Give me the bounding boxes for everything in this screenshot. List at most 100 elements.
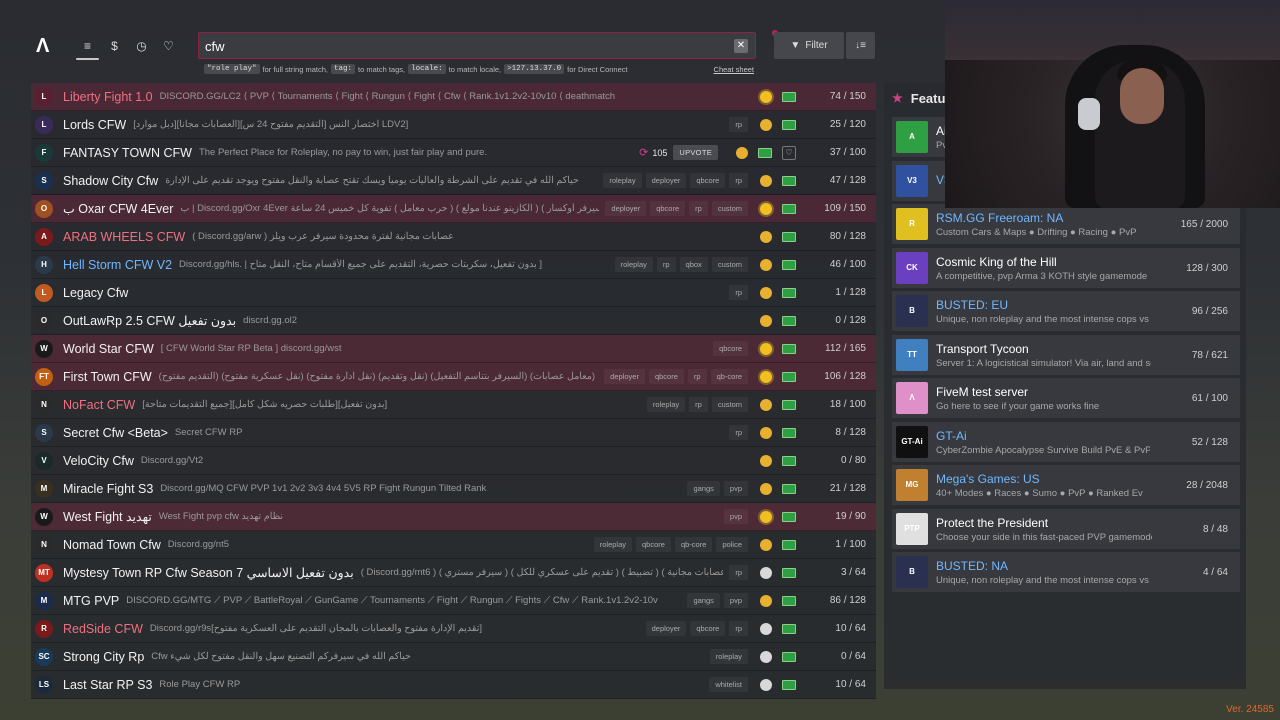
locale-flag-icon bbox=[782, 651, 796, 662]
featured-server[interactable]: CK Cosmic King of the Hill A competitive, … bbox=[892, 248, 1240, 288]
server-tag[interactable]: whitelist bbox=[709, 677, 748, 692]
upvote-button[interactable]: UPVOTE bbox=[673, 145, 718, 160]
server-tag[interactable]: rp bbox=[729, 173, 748, 188]
server-row[interactable]: FT First Town CFW (التقديم مفتوح) (نقل عسك… bbox=[31, 363, 876, 391]
server-row[interactable]: H Hell Storm CFW V2 Discord.gg/hls. | بدون… bbox=[31, 251, 876, 279]
server-tag[interactable]: roleplay bbox=[603, 173, 642, 188]
server-row[interactable]: L Legacy Cfw rp 1 / 128 bbox=[31, 279, 876, 307]
server-tag[interactable]: deployer bbox=[604, 369, 645, 384]
server-tag[interactable]: deployer bbox=[605, 201, 647, 216]
server-row[interactable]: N Nomad Town Cfw Discord.gg/nt5 roleplay qbc… bbox=[31, 531, 876, 559]
player-count: 19 / 90 bbox=[835, 511, 866, 522]
featured-server[interactable]: R RSM.GG Freeroam: NA Custom Cars & Maps ●… bbox=[892, 204, 1240, 244]
server-row[interactable]: A ARAB WHEELS CFW ( Discord.gg/arw ) عصابا… bbox=[31, 223, 876, 251]
server-list[interactable]: L Liberty Fight 1.0 DISCORD.GG/LC2 ⟨ PVP ⟨… bbox=[31, 83, 876, 700]
server-tag[interactable]: pvp bbox=[723, 593, 748, 608]
server-row[interactable]: SC Strong City Rp Cfw حياكم الله في سيرفرك… bbox=[31, 643, 876, 671]
server-row[interactable]: MT Mystesy Town RP Cfw Season 7 بدون تفعي… bbox=[31, 559, 876, 587]
server-row[interactable]: M Miracle Fight S3 Discord.gg/MQ CFW PVP 1… bbox=[31, 475, 876, 503]
featured-text: BUSTED: EU Unique, non roleplay and the m… bbox=[936, 298, 1150, 325]
server-tag[interactable]: rp bbox=[656, 257, 676, 272]
featured-player-count: 28 / 2048 bbox=[1186, 479, 1228, 491]
server-row[interactable]: O OutLawRp 2.5 CFW بدون تفعيل discrd.gg.ol… bbox=[31, 307, 876, 335]
featured-server[interactable]: B BUSTED: NA Unique, non roleplay and the … bbox=[892, 552, 1240, 592]
server-tag[interactable]: rp bbox=[729, 285, 748, 300]
server-tag[interactable]: roleplay bbox=[709, 649, 748, 664]
featured-server[interactable]: PTP Protect the President Choose your side… bbox=[892, 509, 1240, 549]
server-row[interactable]: M MTG PVP DISCORD.GG/MTG ⟋ PVP ⟋ BattleRoy… bbox=[31, 587, 876, 615]
server-tag[interactable]: qbox bbox=[679, 257, 708, 272]
featured-server[interactable]: B BUSTED: EU Unique, non roleplay and the … bbox=[892, 291, 1240, 331]
server-tag[interactable]: qb-core bbox=[674, 537, 713, 552]
server-row[interactable]: R RedSide CFW Discord.gg/r9s[تقديم الإدارة… bbox=[31, 615, 876, 643]
sun-icon bbox=[760, 482, 772, 495]
server-row[interactable]: S Secret Cfw <Beta> Secret CFW RP rp 8 / 128 bbox=[31, 419, 876, 447]
server-tag[interactable]: rp bbox=[729, 425, 748, 440]
server-tag[interactable]: qbcore bbox=[690, 621, 726, 636]
server-tag[interactable]: gangs bbox=[687, 593, 720, 608]
server-tag[interactable]: rp bbox=[689, 201, 708, 216]
server-row[interactable]: W World Star CFW [ CFW World Star RP Beta … bbox=[31, 335, 876, 363]
server-tag[interactable]: custom bbox=[711, 257, 748, 272]
player-count: 18 / 100 bbox=[829, 399, 866, 410]
server-tag[interactable]: rp bbox=[729, 117, 748, 132]
server-tag[interactable]: qbcore bbox=[636, 537, 671, 552]
featured-server[interactable]: Λ FiveM test server Go here to see if your… bbox=[892, 378, 1240, 418]
server-tag[interactable]: qb-core bbox=[710, 369, 748, 384]
server-row[interactable]: L Liberty Fight 1.0 DISCORD.GG/LC2 ⟨ PVP ⟨… bbox=[31, 83, 876, 111]
app-logo[interactable]: Λ bbox=[36, 36, 56, 56]
server-row[interactable]: O ب Oxar CFW 4Ever ب | Discord.gg/Oxr 4Eve… bbox=[31, 195, 876, 223]
server-tag[interactable]: rp bbox=[689, 397, 708, 412]
server-tag[interactable]: police bbox=[716, 537, 748, 552]
search-box: ✕ bbox=[198, 32, 756, 59]
moon-icon bbox=[760, 678, 772, 691]
featured-server[interactable]: GT-Ai GT-Ai CyberZombie Apocalypse Survive… bbox=[892, 422, 1240, 462]
server-row[interactable]: V VeloCity Cfw Discord.gg/Vt2 0 / 80 bbox=[31, 447, 876, 475]
server-name: NoFact CFW bbox=[63, 397, 136, 412]
featured-server[interactable]: TT Transport Tycoon Server 1: A logicistic… bbox=[892, 335, 1240, 375]
server-tag[interactable]: custom bbox=[711, 397, 748, 412]
server-tags: pvp bbox=[723, 509, 748, 524]
server-row[interactable]: L Lords CFW [دبل موارد][العصابات مجانا][ال… bbox=[31, 111, 876, 139]
server-tag[interactable]: roleplay bbox=[646, 397, 686, 412]
filter-button[interactable]: ▼ Filter bbox=[774, 32, 844, 59]
cheat-sheet-link[interactable]: Cheat sheet bbox=[714, 65, 754, 74]
sun-icon bbox=[760, 594, 772, 607]
server-tag[interactable]: qbcore bbox=[648, 369, 684, 384]
server-tag[interactable]: gangs bbox=[687, 481, 720, 496]
server-name: Mystesy Town RP Cfw Season 7 بدون تفعيل … bbox=[63, 566, 354, 580]
sort-button[interactable]: ↓≡ bbox=[846, 32, 875, 59]
server-tag[interactable]: rp bbox=[687, 369, 707, 384]
server-tag[interactable]: pvp bbox=[723, 481, 748, 496]
dollar-icon[interactable]: $ bbox=[105, 36, 124, 56]
server-tag[interactable]: roleplay bbox=[593, 537, 633, 552]
clear-search-icon[interactable]: ✕ bbox=[734, 39, 748, 53]
server-row[interactable]: N NoFact CFW [جميع التقديمات متاحة][طلبات … bbox=[31, 391, 876, 419]
server-tag[interactable]: qbcore bbox=[713, 341, 748, 356]
server-tag[interactable]: custom bbox=[711, 201, 748, 216]
featured-server-icon: MG bbox=[896, 469, 928, 501]
featured-server[interactable]: MG Mega's Games: US 40+ Modes ● Races ● Su… bbox=[892, 465, 1240, 505]
server-tags: roleplay rp qbox custom bbox=[614, 257, 748, 272]
server-row[interactable]: W West Fight تهديد West Fight pvp cfw نظام… bbox=[31, 503, 876, 531]
featured-text: BUSTED: NA Unique, non roleplay and the m… bbox=[936, 559, 1151, 586]
featured-server-name: Protect the President bbox=[936, 515, 1049, 530]
search-input[interactable] bbox=[205, 36, 725, 56]
favorite-heart-icon[interactable]: ♡ bbox=[782, 145, 796, 160]
server-tag[interactable]: deployer bbox=[645, 621, 687, 636]
history-icon[interactable]: ◷ bbox=[132, 36, 151, 56]
server-tag[interactable]: qbcore bbox=[690, 173, 726, 188]
server-tag[interactable]: rp bbox=[729, 565, 748, 580]
server-tag[interactable]: pvp bbox=[723, 509, 748, 524]
server-row[interactable]: F FANTASY TOWN CFW The Perfect Place for R… bbox=[31, 139, 876, 167]
player-count: 86 / 128 bbox=[829, 595, 866, 606]
list-icon[interactable]: ≡ bbox=[76, 36, 99, 60]
player-count: 21 / 128 bbox=[829, 483, 866, 494]
server-tag[interactable]: rp bbox=[729, 621, 748, 636]
heart-icon[interactable]: ♡ bbox=[159, 36, 178, 56]
server-row[interactable]: LS Last Star RP S3 Role Play CFW RP whiteli… bbox=[31, 671, 876, 699]
server-row[interactable]: S Shadow City Cfw حياكم الله في تقديم على … bbox=[31, 167, 876, 195]
server-tag[interactable]: roleplay bbox=[614, 257, 653, 272]
server-tag[interactable]: deployer bbox=[645, 173, 687, 188]
server-tag[interactable]: qbcore bbox=[650, 201, 686, 216]
